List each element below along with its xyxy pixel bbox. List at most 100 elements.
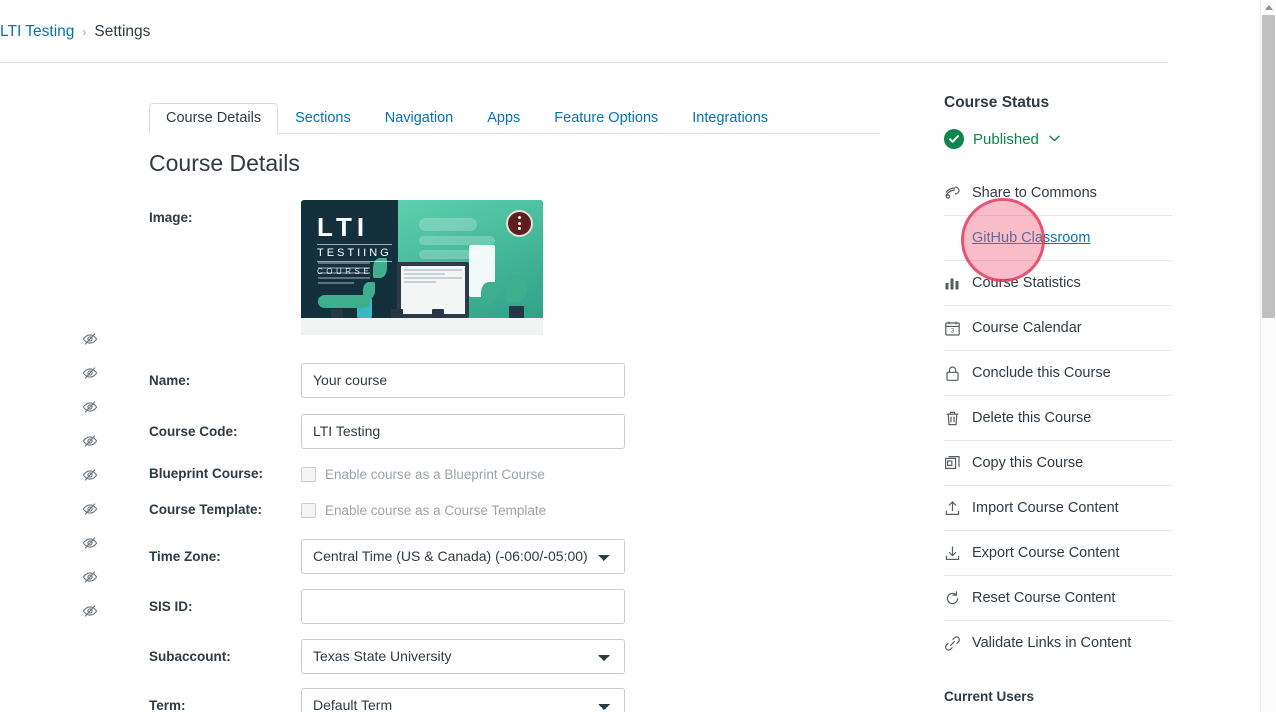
eye-off-icon — [82, 603, 98, 619]
course-template-checkbox-row[interactable]: Enable course as a Course Template — [301, 495, 889, 525]
status-link-conclude-this-course[interactable]: Conclude this Course — [944, 350, 1172, 395]
status-link-course-calendar[interactable]: 3 Course Calendar — [944, 305, 1172, 350]
course-nav-item[interactable]: nes — [0, 322, 108, 356]
course-nav-item[interactable]: ncements — [0, 254, 108, 288]
subaccount-label: Subaccount: — [149, 648, 231, 664]
course-nav-item[interactable] — [0, 220, 108, 254]
blueprint-checkbox[interactable] — [301, 467, 316, 483]
tab-course-details[interactable]: Course Details — [149, 102, 279, 134]
term-select[interactable]: Default Term — [301, 687, 625, 712]
lock-icon — [944, 365, 961, 382]
course-name-input[interactable] — [301, 362, 625, 398]
download-icon — [944, 545, 961, 562]
course-nav-item[interactable]: eButton — [0, 390, 108, 424]
course-nav-item[interactable] — [0, 526, 108, 560]
blueprint-checkbox-row[interactable]: Enable course as a Blueprint Course — [301, 459, 889, 489]
eye-off-icon — [82, 569, 98, 585]
course-template-checkbox-label: Enable course as a Course Template — [325, 503, 547, 519]
trash-icon — [944, 410, 961, 427]
decor-text-lines — [318, 261, 370, 287]
course-nav-item[interactable]: s — [0, 628, 108, 662]
course-nav-item[interactable]: es — [0, 118, 108, 152]
subaccount-select[interactable]: Texas State University — [301, 638, 625, 674]
course-nav-item[interactable] — [0, 560, 108, 594]
status-link-github-classroom[interactable]: GitHub Classroom — [944, 215, 1172, 260]
sis-id-input[interactable] — [301, 588, 625, 624]
course-nav-item[interactable] — [0, 458, 108, 492]
course-image-options-button[interactable] — [506, 209, 533, 237]
calendar-icon: 3 — [944, 320, 961, 337]
eye-off-icon — [82, 467, 98, 483]
course-image-title-line2: TESTIING — [317, 243, 392, 262]
commons-icon — [944, 184, 961, 201]
tab-sections[interactable]: Sections — [278, 103, 368, 135]
form-row-term: Term: Default Term — [149, 687, 889, 712]
status-link-copy-this-course[interactable]: Copy this Course — [944, 440, 1172, 485]
scrollbar-up-arrow-icon[interactable] — [1261, 1, 1276, 14]
status-link-label: Course Calendar — [972, 320, 1082, 336]
course-navigation-sidebar: esmentssncementsoft OneDrivenesseButtono… — [0, 118, 108, 662]
copy-icon — [944, 455, 961, 472]
course-status-links: Share to Commons GitHub Classroom Course S… — [944, 170, 1172, 665]
course-nav-item[interactable]: s — [0, 186, 108, 220]
term-label: Term: — [149, 697, 186, 712]
status-link-label: Share to Commons — [972, 184, 1097, 201]
chevron-down-icon — [1049, 133, 1060, 145]
tab-apps[interactable]: Apps — [470, 103, 537, 135]
status-link-label: Reset Course Content — [972, 590, 1116, 606]
image-label: Image: — [149, 209, 193, 225]
status-link-export-course-content[interactable]: Export Course Content — [944, 530, 1172, 575]
course-nav-item[interactable]: s — [0, 356, 108, 390]
course-image-thumbnail[interactable]: LTI TESTIING COURSE — [301, 199, 543, 335]
form-row-blueprint: Blueprint Course: Enable course as a Blu… — [149, 459, 889, 489]
tab-navigation[interactable]: Navigation — [368, 103, 471, 135]
status-link-reset-course-content[interactable]: Reset Course Content — [944, 575, 1172, 620]
reset-icon — [944, 590, 961, 607]
course-details-form: Course Details Image: LTI TESTIING COURS… — [149, 150, 889, 712]
blueprint-label: Blueprint Course: — [149, 465, 264, 481]
status-link-course-statistics[interactable]: Course Statistics — [944, 260, 1172, 305]
course-nav-item[interactable]: s — [0, 594, 108, 628]
course-nav-item[interactable]: ments — [0, 152, 108, 186]
time-zone-select[interactable]: Central Time (US & Canada) (-06:00/-05:0… — [301, 538, 625, 574]
published-label: Published — [973, 130, 1039, 148]
status-link-label: Validate Links in Content — [972, 635, 1132, 651]
course-template-checkbox[interactable] — [301, 503, 316, 519]
name-label: Name: — [149, 372, 191, 388]
status-link-delete-this-course[interactable]: Delete this Course — [944, 395, 1172, 440]
blueprint-checkbox-label: Enable course as a Blueprint Course — [325, 467, 545, 483]
status-link-import-course-content[interactable]: Import Course Content — [944, 485, 1172, 530]
page-scrollbar[interactable] — [1260, 0, 1276, 712]
form-row-sis-id: SIS ID: — [149, 588, 889, 624]
course-code-input[interactable] — [301, 413, 625, 449]
eye-off-icon — [82, 501, 98, 517]
decor-button — [318, 294, 370, 308]
breadcrumb-course-link[interactable]: LTI Testing — [0, 23, 74, 41]
course-template-label: Course Template: — [149, 501, 263, 517]
tab-feature-options[interactable]: Feature Options — [537, 103, 675, 135]
breadcrumb-separator-icon: › — [82, 25, 87, 39]
form-row-course-code: Course Code: — [149, 413, 889, 449]
course-image-title-line1: LTI — [317, 211, 370, 242]
tab-integrations[interactable]: Integrations — [675, 103, 785, 135]
published-status-button[interactable]: Published — [944, 124, 1172, 154]
status-link-validate-links-in-content[interactable]: Validate Links in Content — [944, 620, 1172, 665]
decor-leaf — [507, 273, 527, 302]
form-row-time-zone: Time Zone: Central Time (US & Canada) (-… — [149, 538, 889, 574]
eye-off-icon — [82, 365, 98, 381]
course-nav-item[interactable]: orations — [0, 424, 108, 458]
page-title: Course Details — [149, 150, 300, 176]
none — [944, 230, 961, 247]
header-divider — [0, 62, 1168, 63]
course-status-panel: Course Status Published Share to Commons… — [944, 94, 1172, 704]
eye-off-icon — [82, 535, 98, 551]
status-link-label: Delete this Course — [972, 410, 1092, 426]
status-link-label: Export Course Content — [972, 545, 1120, 561]
status-link-share-to-commons[interactable]: Share to Commons — [944, 170, 1172, 215]
upload-icon — [944, 500, 961, 517]
course-nav-item[interactable]: sions — [0, 492, 108, 526]
course-code-label: Course Code: — [149, 423, 238, 439]
scrollbar-thumb[interactable] — [1262, 15, 1275, 318]
check-circle-icon — [944, 129, 964, 149]
course-nav-item[interactable]: oft OneDrive — [0, 288, 108, 322]
